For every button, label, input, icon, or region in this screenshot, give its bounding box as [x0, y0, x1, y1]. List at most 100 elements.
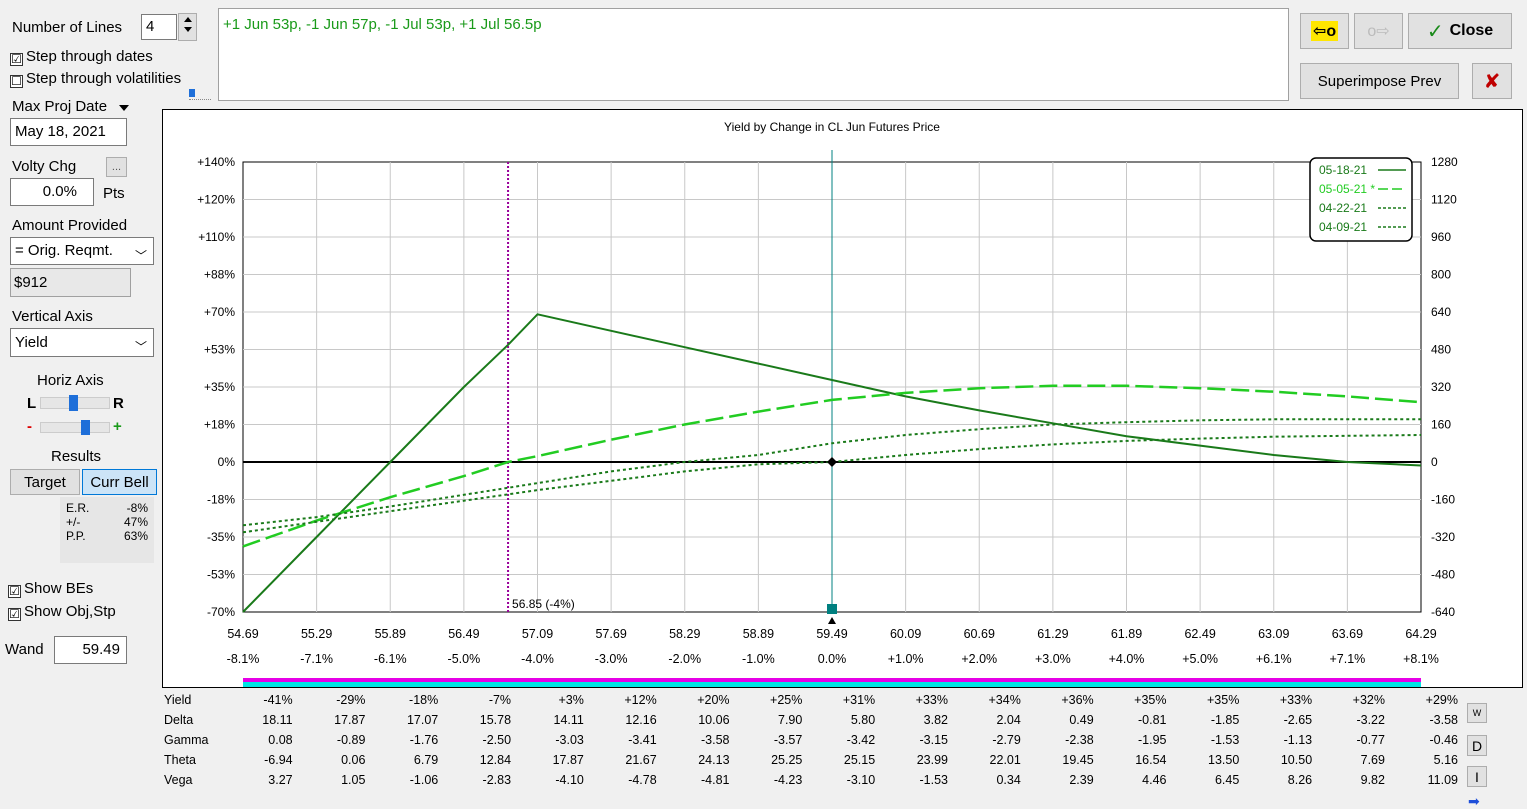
horiz-axis-slider[interactable]	[40, 395, 110, 411]
x-tick-label-price: 55.89	[375, 627, 406, 641]
num-lines-spinner[interactable]: 4	[141, 14, 177, 40]
greeks-cell: +33%	[915, 693, 948, 707]
x-tick-label-pct: +5.0%	[1182, 652, 1218, 666]
show-obj-check-icon[interactable]: ☑	[8, 608, 21, 621]
amount-value-display: $912	[10, 268, 131, 297]
back-arrow-icon: ⇦o	[1310, 21, 1339, 41]
delete-button[interactable]: ✘	[1472, 63, 1512, 99]
greeks-cell: 7.90	[778, 713, 803, 727]
spin-down-icon[interactable]	[183, 27, 192, 32]
show-obj-label: Show Obj,Stp	[24, 603, 116, 620]
show-bes-checkbox[interactable]: ☑ Show BEs	[8, 580, 93, 598]
greeks-cell: 0.08	[268, 733, 293, 747]
yield-chart[interactable]: Yield by Change in CL Jun Futures Price 5…	[163, 110, 1522, 687]
greeks-cell: 0.06	[341, 753, 366, 767]
greeks-cell: 18.11	[262, 713, 293, 727]
greeks-cell: 4.46	[1142, 773, 1167, 787]
chevron-down-icon[interactable]: ﹀	[135, 334, 147, 361]
greeks-cell: -3.15	[919, 733, 949, 747]
spin-up-icon[interactable]	[183, 17, 192, 22]
x-tick-label-price: 57.69	[595, 627, 626, 641]
greeks-cell: -0.77	[1356, 733, 1385, 747]
greeks-row-label: Yield	[164, 693, 192, 707]
x-tick-label-pct: -6.1%	[374, 652, 407, 666]
greeks-row-yield: Yield -41% -29% -18% -7% +3% +12% +20% +25% +31% +…	[138, 690, 1458, 710]
step-dates-checkbox[interactable]: ☑ Step through dates	[10, 48, 153, 66]
wand-label: Wand	[5, 641, 44, 658]
y-tick-label-left: +88%	[204, 268, 235, 282]
y-tick-label-left: +18%	[204, 418, 235, 432]
greeks-cell: 5.80	[850, 713, 876, 727]
horiz-axis-slider-thumb[interactable]	[69, 395, 78, 411]
step-vol-checkbox[interactable]: ☐ Step through volatilities	[10, 70, 181, 88]
num-lines-spin-buttons[interactable]	[178, 13, 197, 41]
close-button[interactable]: ✓ Close	[1408, 13, 1512, 49]
greeks-cell: +35%	[1134, 693, 1167, 707]
y-tick-label-right: 0	[1431, 455, 1438, 469]
x-tick-label-price: 58.29	[669, 627, 700, 641]
volty-options-button[interactable]: ...	[106, 157, 127, 177]
greeks-cell: 12.84	[479, 753, 512, 767]
forward-arrow-button[interactable]: o⇨	[1354, 13, 1403, 49]
chart-title: Yield by Change in CL Jun Futures Price	[724, 120, 940, 134]
x-tick-label-price: 64.29	[1405, 627, 1436, 641]
legend-label: 04-09-21	[1319, 220, 1367, 234]
y-tick-label-right: 640	[1431, 305, 1451, 319]
y-tick-label-left: +140%	[197, 155, 235, 169]
amount-provided-select[interactable]: = Orig. Reqmt. ﹀	[10, 237, 154, 265]
greeks-cell: 3.27	[268, 773, 293, 787]
chevron-down-icon[interactable]: ﹀	[135, 243, 147, 269]
y-tick-label-left: +120%	[197, 193, 235, 207]
show-bes-check-icon[interactable]: ☑	[8, 585, 21, 598]
side-button-i[interactable]: I	[1467, 766, 1487, 787]
curr-bell-button[interactable]: Curr Bell	[82, 469, 157, 495]
greeks-cell: +36%	[1061, 693, 1094, 707]
greeks-cell: -3.10	[846, 773, 876, 787]
zoom-slider-thumb[interactable]	[81, 420, 90, 435]
y-tick-label-left: -35%	[207, 530, 235, 544]
y-tick-label-left: +53%	[204, 343, 235, 357]
max-proj-label[interactable]: Max Proj Date	[12, 98, 107, 115]
side-button-d[interactable]: D	[1467, 735, 1487, 756]
x-tick-label-pct: +6.1%	[1256, 652, 1292, 666]
chart-frame: Yield by Change in CL Jun Futures Price 5…	[162, 109, 1523, 688]
greeks-cell: 10.06	[698, 713, 730, 727]
max-proj-dropdown-icon[interactable]	[119, 105, 129, 111]
wand-input[interactable]: 59.49	[54, 636, 127, 664]
show-bes-label: Show BEs	[24, 580, 94, 597]
y-tick-label-right: 1280	[1431, 155, 1458, 169]
x-tick-label-price: 54.69	[227, 627, 258, 641]
greeks-cell: -0.81	[1137, 713, 1167, 727]
superimpose-prev-button[interactable]: Superimpose Prev	[1300, 63, 1459, 99]
step-vol-check-icon[interactable]: ☐	[10, 75, 23, 88]
x-tick-label-pct: +2.0%	[961, 652, 997, 666]
zoom-slider[interactable]	[40, 420, 110, 435]
greeks-row-label: Vega	[164, 773, 193, 787]
greeks-cell: -2.50	[482, 733, 512, 747]
vol-slider-handle[interactable]	[189, 89, 211, 103]
export-arrow-icon[interactable]: ➡	[1468, 794, 1488, 808]
greeks-row-label: Gamma	[164, 733, 209, 747]
show-obj-checkbox[interactable]: ☑ Show Obj,Stp	[8, 603, 116, 621]
amount-provided-label: Amount Provided	[12, 217, 128, 234]
greeks-cell: -1.53	[919, 773, 949, 787]
x-tick-label-pct: +8.1%	[1403, 652, 1439, 666]
legend-label: 05-05-21 *	[1319, 182, 1375, 196]
back-arrow-button[interactable]: ⇦o	[1300, 13, 1349, 49]
greeks-cell: -0.46	[1429, 733, 1459, 747]
greeks-cell: -4.78	[628, 773, 657, 787]
greeks-cell: -1.06	[409, 773, 439, 787]
vertical-axis-value: Yield	[15, 334, 48, 351]
positions-text-area[interactable]: +1 Jun 53p, -1 Jun 57p, -1 Jul 53p, +1 J…	[218, 8, 1289, 101]
volty-chg-input[interactable]: 0.0%	[10, 178, 94, 206]
greeks-cell: -3.42	[846, 733, 876, 747]
positions-text: +1 Jun 53p, -1 Jun 57p, -1 Jul 53p, +1 J…	[223, 16, 542, 33]
side-button-w[interactable]: W	[1467, 703, 1487, 723]
vertical-axis-label: Vertical Axis	[12, 308, 93, 325]
x-tick-label-price: 62.49	[1184, 627, 1215, 641]
vertical-axis-select[interactable]: Yield ﹀	[10, 328, 154, 357]
step-dates-check-icon[interactable]: ☑	[10, 53, 23, 66]
max-proj-date-field[interactable]: May 18, 2021	[10, 118, 127, 146]
target-button[interactable]: Target	[10, 469, 80, 495]
greeks-cell: 14.11	[553, 713, 584, 727]
